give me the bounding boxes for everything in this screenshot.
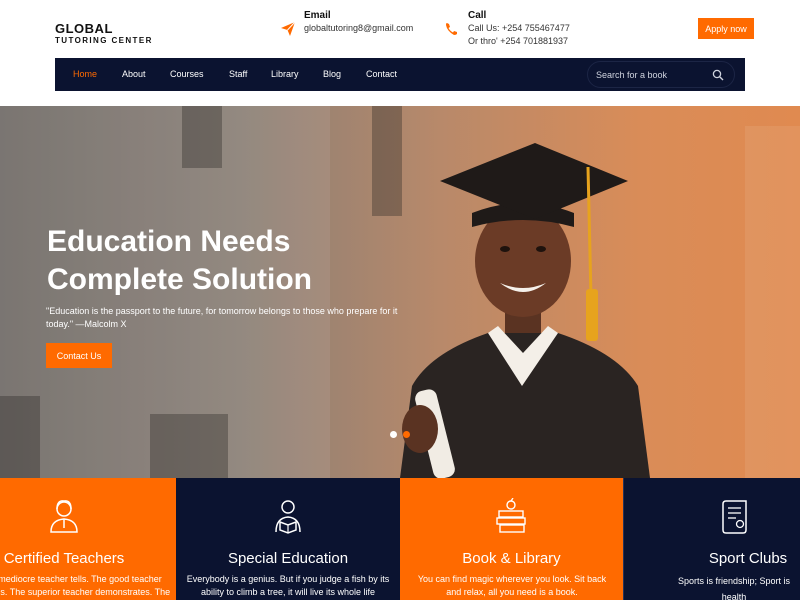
main-nav: Home About Courses Staff Library Blog Co… <box>55 58 745 91</box>
nav-item-staff[interactable]: Staff <box>229 58 247 91</box>
hero-slider: Education Needs Complete Solution "Educa… <box>0 106 800 478</box>
feature-title: Book & Library <box>462 550 561 567</box>
student-reading-icon <box>275 500 301 534</box>
contact-us-button[interactable]: Contact Us <box>46 343 112 368</box>
feature-desc: The mediocre teacher tells. The good tea… <box>0 574 171 597</box>
apply-now-button[interactable]: Apply now <box>698 18 754 39</box>
slider-dot-2[interactable] <box>403 431 410 438</box>
nav-item-blog[interactable]: Blog <box>323 58 341 91</box>
nav-item-about[interactable]: About <box>122 58 146 91</box>
hero-title: Education Needs Complete Solution <box>47 223 377 299</box>
column-shape <box>745 126 800 478</box>
nav-item-library[interactable]: Library <box>271 58 299 91</box>
features-section: Certified Teachers The mediocre teacher … <box>0 478 800 600</box>
feature-sport-clubs[interactable]: Sport Clubs Sports is friendship; Sport … <box>623 478 800 600</box>
hero-title-line1: Education Needs <box>47 225 291 258</box>
window-shape <box>150 414 228 478</box>
search-input[interactable] <box>596 67 706 83</box>
top-header: GLOBAL TUTORING CENTER Email globaltutor… <box>0 0 800 58</box>
call-title: Call <box>468 10 487 21</box>
slider-dot-1[interactable] <box>390 431 397 438</box>
teacher-icon <box>50 500 78 533</box>
feature-title: Certified Teachers <box>3 550 125 567</box>
certificate-scroll-icon <box>722 500 747 534</box>
logo-line1: GLOBAL <box>55 21 113 36</box>
graduate-photo <box>400 143 650 478</box>
phone-icon <box>446 23 457 35</box>
nav-item-home[interactable]: Home <box>73 58 97 91</box>
feature-certified-teachers[interactable]: Certified Teachers The mediocre teacher … <box>0 478 176 600</box>
feature-special-education[interactable]: Special Education Everybody is a genius.… <box>176 478 400 600</box>
call-line2[interactable]: Or thro' +254 701881937 <box>468 35 570 48</box>
nav-item-courses[interactable]: Courses <box>170 58 204 91</box>
window-shape <box>0 396 40 478</box>
feature-desc: Everybody is a genius. But if you judge … <box>186 574 390 597</box>
paper-plane-icon <box>281 21 296 36</box>
email-title: Email <box>304 10 331 21</box>
feature-title: Sport Clubs <box>708 550 788 567</box>
site-logo[interactable]: GLOBAL TUTORING CENTER <box>55 22 153 46</box>
logo-line2: TUTORING CENTER <box>55 36 153 45</box>
hero-title-line2: Complete Solution <box>47 263 312 296</box>
books-apple-icon <box>496 498 526 533</box>
feature-title: Special Education <box>227 550 349 567</box>
feature-desc: You can find magic wherever you look. Si… <box>417 574 607 597</box>
call-line1[interactable]: Call Us: +254 755467477 <box>468 22 570 35</box>
hero-quote: "Education is the passport to the future… <box>46 306 398 329</box>
nav-item-contact[interactable]: Contact <box>366 58 397 91</box>
feature-book-library[interactable]: Book & Library You can find magic wherev… <box>400 478 623 600</box>
email-value[interactable]: globaltutoring8@gmail.com <box>304 22 413 35</box>
feature-desc: Sports is friendship; Sport is health <box>677 576 791 600</box>
search-icon[interactable] <box>712 69 724 81</box>
window-shape <box>182 106 222 168</box>
search-box <box>587 61 735 88</box>
